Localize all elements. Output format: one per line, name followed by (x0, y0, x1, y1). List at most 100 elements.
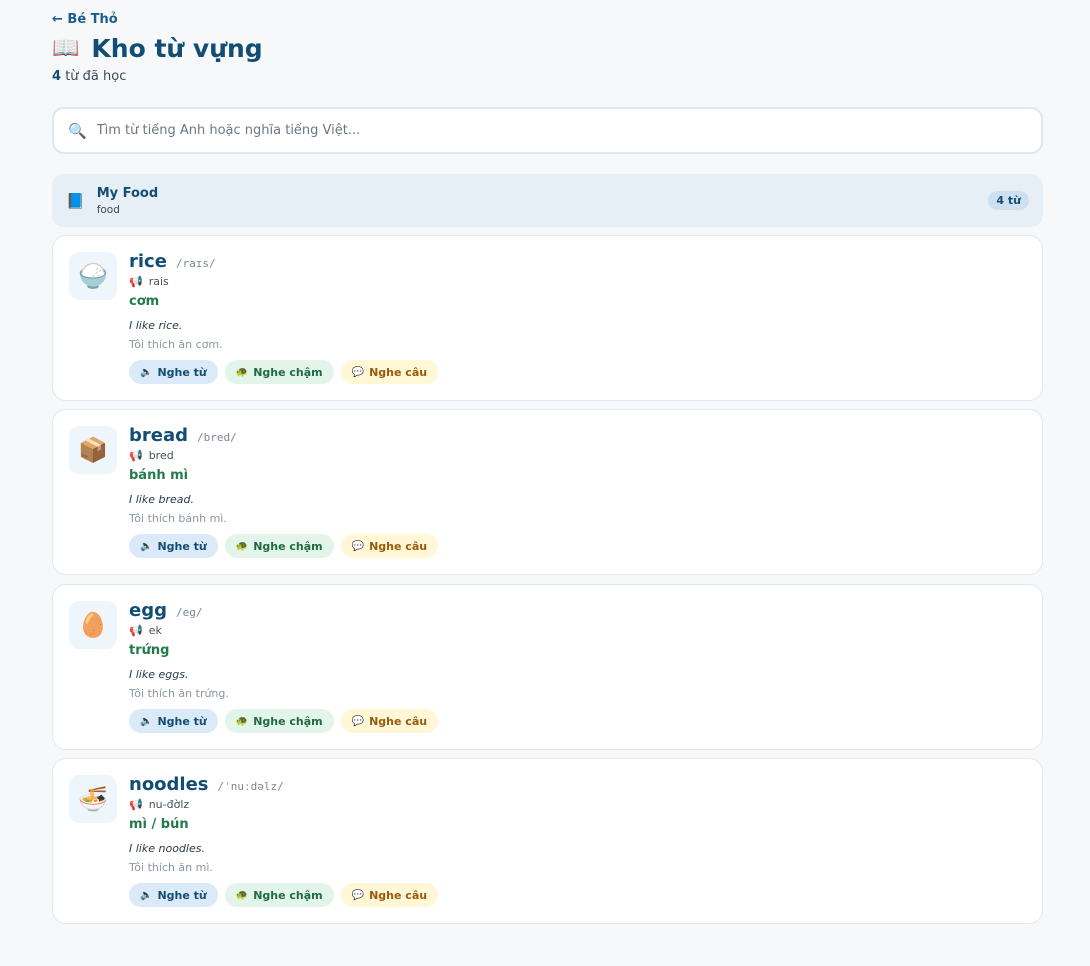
example-sentence: I like bread. (129, 493, 194, 506)
pronunciation-text: rais (148, 275, 169, 288)
word-meaning: trứng (129, 643, 170, 658)
learned-count: 4 từ đã học (52, 69, 126, 84)
listen-word-label: Nghe từ (157, 365, 207, 379)
learned-count-label: từ đã học (65, 69, 127, 84)
megaphone-icon: 📢 (129, 624, 143, 637)
listen-slow-label: Nghe chậm (253, 365, 323, 379)
example-translation: Tôi thích ăn trứng. (129, 687, 229, 700)
megaphone-icon: 📢 (129, 798, 143, 811)
egg-icon: 🥚 (69, 601, 117, 649)
back-link[interactable]: ← Bé Thỏ (52, 12, 118, 27)
listen-word-button[interactable]: 🔈 Nghe từ (129, 709, 218, 733)
listen-slow-label: Nghe chậm (253, 714, 323, 728)
turtle-icon: 🐢 (235, 540, 249, 552)
turtle-icon: 🐢 (235, 715, 249, 727)
listen-word-button[interactable]: 🔈 Nghe từ (129, 534, 218, 558)
speaker-icon: 🔈 (140, 540, 153, 552)
search-input[interactable] (96, 123, 1027, 138)
pronunciation-text: ek (148, 624, 162, 637)
example-translation: Tôi thích ăn cơm. (129, 338, 223, 351)
page-title-text: Kho từ vựng (91, 34, 263, 63)
listen-sentence-label: Nghe câu (369, 714, 428, 728)
topic-count-badge: 4 từ (988, 191, 1029, 210)
speech-bubble-icon: 💬 (351, 889, 365, 901)
pronunciation-line: 📢 nu-đờlz (129, 798, 189, 811)
word-meaning: mì / bún (129, 817, 189, 832)
word-text: bread (129, 425, 189, 446)
listen-sentence-button[interactable]: 💬 Nghe câu (340, 360, 439, 384)
word-line: noodles /ˈnuːdəlz/ (129, 774, 284, 795)
listen-word-button[interactable]: 🔈 Nghe từ (129, 883, 218, 907)
box-icon: 📦 (69, 426, 117, 474)
word-card-noodles: 🍜 noodles /ˈnuːdəlz/ 📢 nu-đờlz mì / bún … (52, 758, 1043, 924)
topic-header[interactable]: 📘 My Food food 4 từ (52, 174, 1043, 227)
example-translation: Tôi thích bánh mì. (129, 512, 227, 525)
example-translation: Tôi thích ăn mì. (129, 861, 213, 874)
example-sentence: I like eggs. (129, 668, 189, 681)
search-icon: 🔍 (68, 121, 87, 140)
example-sentence: I like noodles. (129, 842, 205, 855)
search-box: 🔍 (52, 107, 1043, 154)
noodle-bowl-icon: 🍜 (69, 775, 117, 823)
listen-slow-button[interactable]: 🐢 Nghe chậm (224, 534, 334, 558)
listen-slow-button[interactable]: 🐢 Nghe chậm (224, 883, 334, 907)
topic-category: food (96, 203, 120, 216)
listen-word-button[interactable]: 🔈 Nghe từ (129, 360, 218, 384)
word-ipa: /raɪs/ (175, 257, 216, 270)
word-ipa: /bred/ (197, 431, 237, 444)
rice-icon: 🍚 (69, 252, 117, 300)
open-book-icon: 📖 (52, 36, 80, 61)
listen-sentence-label: Nghe câu (369, 365, 428, 379)
speech-bubble-icon: 💬 (351, 715, 365, 727)
speech-bubble-icon: 💬 (351, 366, 365, 378)
pronunciation-line: 📢 bred (129, 449, 174, 462)
listen-sentence-button[interactable]: 💬 Nghe câu (340, 883, 439, 907)
listen-word-label: Nghe từ (157, 539, 207, 553)
megaphone-icon: 📢 (129, 449, 143, 462)
megaphone-icon: 📢 (129, 275, 143, 288)
pronunciation-text: bred (148, 449, 174, 462)
turtle-icon: 🐢 (235, 889, 249, 901)
topic-name: My Food (96, 185, 159, 201)
listen-slow-button[interactable]: 🐢 Nghe chậm (224, 709, 334, 733)
example-sentence: I like rice. (129, 319, 183, 332)
word-text: rice (129, 251, 167, 272)
speaker-icon: 🔈 (140, 715, 153, 727)
listen-slow-button[interactable]: 🐢 Nghe chậm (224, 360, 334, 384)
word-line: egg /eg/ (129, 600, 202, 621)
word-card-bread: 📦 bread /bred/ 📢 bred bánh mì I like bre… (52, 409, 1043, 575)
word-text: noodles (129, 774, 209, 795)
listen-word-label: Nghe từ (157, 888, 207, 902)
card-actions: 🔈 Nghe từ 🐢 Nghe chậm 💬 Nghe câu (129, 360, 439, 384)
listen-slow-label: Nghe chậm (253, 888, 323, 902)
card-actions: 🔈 Nghe từ 🐢 Nghe chậm 💬 Nghe câu (129, 534, 439, 558)
card-actions: 🔈 Nghe từ 🐢 Nghe chậm 💬 Nghe câu (129, 709, 439, 733)
word-text: egg (129, 600, 167, 621)
word-card-egg: 🥚 egg /eg/ 📢 ek trứng I like eggs. Tôi t… (52, 584, 1043, 750)
page-title: 📖 Kho từ vựng (52, 34, 263, 63)
pronunciation-line: 📢 rais (129, 275, 169, 288)
turtle-icon: 🐢 (235, 366, 249, 378)
blue-book-icon: 📘 (66, 191, 85, 210)
pronunciation-text: nu-đờlz (148, 798, 190, 811)
word-line: bread /bred/ (129, 425, 237, 446)
listen-sentence-button[interactable]: 💬 Nghe câu (340, 534, 439, 558)
word-card-rice: 🍚 rice /raɪs/ 📢 rais cơm I like rice. Tô… (52, 235, 1043, 401)
card-actions: 🔈 Nghe từ 🐢 Nghe chậm 💬 Nghe câu (129, 883, 439, 907)
speaker-icon: 🔈 (140, 366, 153, 378)
pronunciation-line: 📢 ek (129, 624, 162, 637)
speech-bubble-icon: 💬 (351, 540, 365, 552)
listen-sentence-label: Nghe câu (369, 539, 428, 553)
word-meaning: cơm (129, 294, 160, 309)
word-ipa: /ˈnuːdəlz/ (217, 780, 284, 793)
learned-count-number: 4 (52, 69, 62, 84)
listen-word-label: Nghe từ (157, 714, 207, 728)
listen-sentence-button[interactable]: 💬 Nghe câu (340, 709, 439, 733)
listen-sentence-label: Nghe câu (369, 888, 428, 902)
topic-texts: My Food food (97, 186, 989, 216)
word-meaning: bánh mì (129, 468, 189, 483)
word-ipa: /eg/ (175, 606, 203, 619)
speaker-icon: 🔈 (140, 889, 153, 901)
listen-slow-label: Nghe chậm (253, 539, 323, 553)
word-line: rice /raɪs/ (129, 251, 216, 272)
